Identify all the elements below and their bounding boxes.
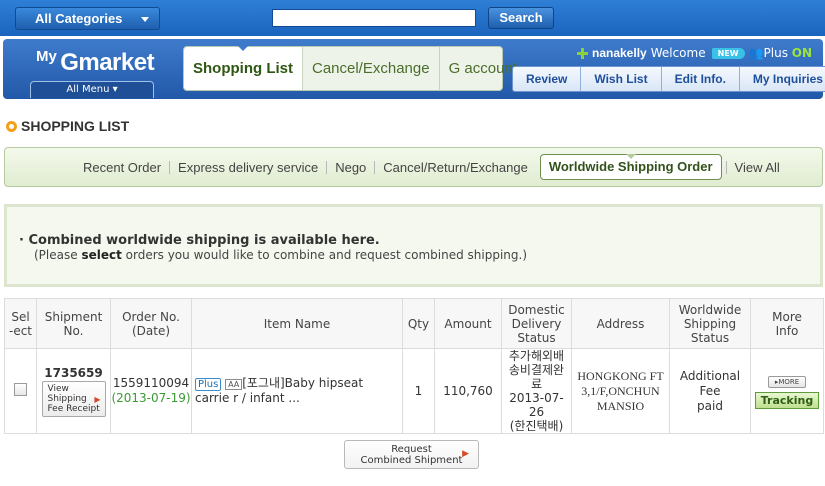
cell-order: 1559110094 (2013-07-19) [110, 348, 192, 434]
header-order-no: Order No. (Date) [110, 298, 192, 349]
all-categories-label: All Categories [35, 11, 123, 26]
main-tabs: Shopping List Cancel/Exchange G account [183, 46, 517, 91]
row-checkbox[interactable] [14, 383, 27, 396]
header-amount: Amount [434, 298, 502, 349]
tab-shopping-list[interactable]: Shopping List [184, 46, 303, 90]
top-search-bar: All Categories Search [0, 0, 825, 36]
header-domestic-status: Domestic Delivery Status [501, 298, 572, 349]
cell-shipment: 1735659 View Shipping Fee Receipt ▶ [36, 348, 111, 434]
cell-select [4, 348, 37, 434]
logo-gmarket: Gmarket [60, 49, 155, 76]
tracking-button[interactable]: Tracking [755, 392, 819, 409]
item-name-link[interactable]: [포그내]Baby hipseat carrie r / infant ... [195, 376, 363, 405]
filter-nego[interactable]: Nego [327, 160, 376, 174]
username[interactable]: nanakelly [592, 46, 647, 60]
my-gmarket-logo[interactable]: My Gmarket [36, 48, 155, 77]
search-input[interactable] [272, 9, 476, 27]
notice-line-2-pre: (Please [34, 248, 82, 262]
request-combined-shipment-button[interactable]: Request Combined Shipment ▶ [344, 440, 479, 469]
cell-amount: 110,760 [434, 348, 502, 434]
my-gmarket-header: My Gmarket All Menu ▾ Shopping List Canc… [3, 39, 825, 99]
combine-button-line-1: Request [391, 444, 432, 455]
header-shipment-no: Shipment No. [36, 298, 111, 349]
filter-express-delivery[interactable]: Express delivery service [170, 160, 328, 174]
bullet-ring-icon [6, 120, 17, 132]
notice-line-1-text: Combined worldwide shipping is available… [28, 233, 380, 248]
order-table: Sel -ect Shipment No. Order No. (Date) Item… [4, 298, 824, 434]
cell-address: HONGKONG FT 3,1/F,ONCHUN MANSIO [571, 348, 670, 434]
header-item-name: Item Name [191, 298, 403, 349]
cell-worldwide-status: Additional Fee paid [669, 348, 751, 434]
filter-view-all[interactable]: View All [725, 160, 788, 174]
sub-navigation: Review Wish List Edit Info. My Inquiries [512, 66, 825, 92]
cell-item-name: Plus AA [포그내]Baby hipseat carrie r / infa… [191, 348, 403, 434]
tab-cancel-exchange[interactable]: Cancel/Exchange [303, 47, 440, 90]
arrow-right-icon: ▶ [462, 449, 469, 459]
chevron-down-icon [141, 17, 149, 22]
header-address: Address [571, 298, 670, 349]
plus-status[interactable]: 👥Plus ON [749, 46, 812, 60]
cell-domestic-status: 추가해외배 송비결제완 료 2013-07-26 (한진택배) [501, 348, 572, 434]
filter-worldwide-shipping-order[interactable]: Worldwide Shipping Order [539, 154, 722, 180]
order-date: (2013-07-19) [111, 391, 191, 405]
header-more-info: More Info [750, 298, 824, 349]
people-icon: 👥 [748, 46, 764, 60]
page-title-text: SHOPPING LIST [21, 118, 130, 134]
arrow-right-icon: ▶ [94, 394, 101, 404]
plus-label: Plus [763, 46, 788, 60]
table-row: 1735659 View Shipping Fee Receipt ▶ 155911… [4, 348, 824, 434]
all-menu-label: All Menu [66, 84, 110, 95]
all-categories-dropdown[interactable]: All Categories [15, 7, 160, 30]
welcome-area: nanakelly Welcome NEW 👥Plus ON [577, 46, 812, 60]
all-menu-dropdown[interactable]: All Menu ▾ [30, 81, 154, 98]
page-title: SHOPPING LIST [6, 118, 129, 134]
view-shipping-fee-receipt-button[interactable]: View Shipping Fee Receipt ▶ [41, 380, 106, 417]
nav-review[interactable]: Review [513, 67, 582, 91]
cell-qty: 1 [402, 348, 435, 434]
combine-button-line-2: Combined Shipment [360, 455, 463, 466]
welcome-text: Welcome [650, 46, 706, 60]
nav-edit-info[interactable]: Edit Info. [661, 67, 740, 91]
table-header-row: Sel -ect Shipment No. Order No. (Date) Item… [4, 298, 824, 349]
header-select: Sel -ect [4, 298, 37, 349]
search-button[interactable]: Search [488, 7, 554, 29]
new-badge: NEW [711, 47, 745, 59]
nav-my-inquiries[interactable]: My Inquiries [739, 67, 825, 91]
logo-my: My [36, 48, 57, 65]
order-filter-bar: Recent Order Express delivery service Ne… [4, 147, 823, 187]
plus-on-label: ON [791, 46, 813, 60]
notice-line-2-post: orders you would like to combine and req… [121, 248, 528, 262]
cell-more-info: ▸MORE Tracking [750, 348, 824, 434]
header-worldwide-status: Worldwide Shipping Status [669, 298, 751, 349]
notice-line-2-bold: select [81, 248, 122, 262]
filter-cancel-return-exchange[interactable]: Cancel/Return/Exchange [375, 161, 536, 174]
clover-icon [577, 47, 588, 59]
order-number[interactable]: 1559110094 [113, 376, 189, 390]
more-button[interactable]: ▸MORE [768, 376, 806, 388]
notice-box: · Combined worldwide shipping is availab… [4, 204, 823, 287]
people-icon: AA [225, 379, 243, 390]
notice-line-2: (Please select orders you would like to … [34, 248, 527, 262]
shipment-number: 1735659 [44, 365, 103, 380]
plus-badge: Plus [195, 378, 222, 391]
filter-recent-order[interactable]: Recent Order [75, 160, 171, 174]
notice-line-1: · Combined worldwide shipping is availab… [19, 233, 380, 248]
nav-wish-list[interactable]: Wish List [581, 67, 662, 91]
header-qty: Qty [402, 298, 435, 349]
